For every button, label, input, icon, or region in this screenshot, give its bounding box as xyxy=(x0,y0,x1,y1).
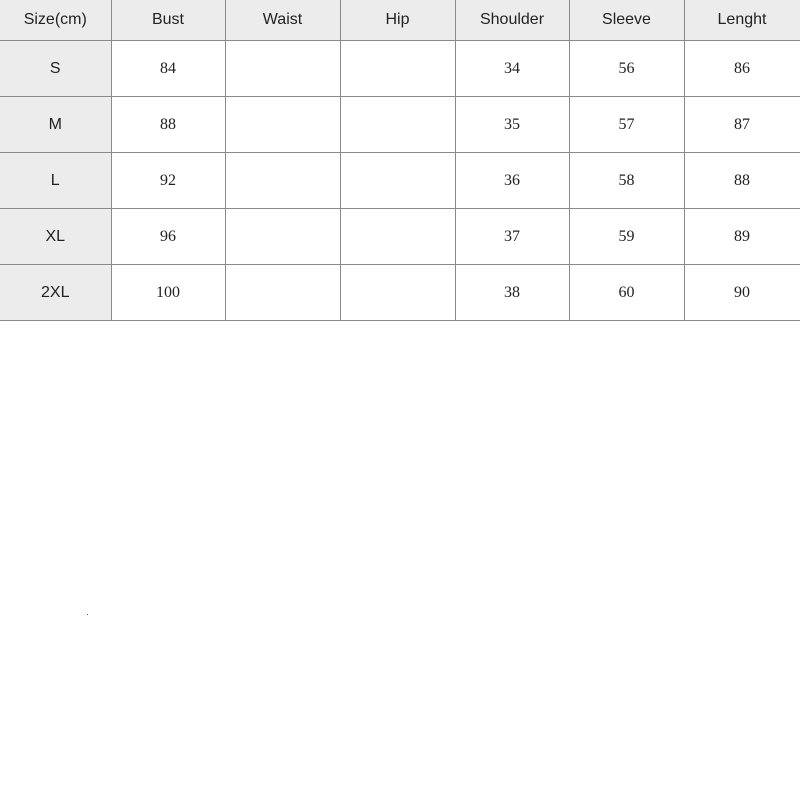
table-cell xyxy=(339,152,456,209)
table-cell xyxy=(224,40,341,97)
table-cell: 34 xyxy=(454,40,570,97)
size-label: L xyxy=(0,152,112,209)
table-cell xyxy=(224,96,341,153)
table-cell xyxy=(339,208,456,265)
table-cell: 87 xyxy=(683,96,800,153)
table-cell xyxy=(224,264,341,321)
size-label: XL xyxy=(0,208,112,265)
table-cell: 36 xyxy=(454,152,570,209)
table-cell: 35 xyxy=(454,96,570,153)
table-row: XL 96 37 59 89 xyxy=(0,208,800,265)
table-row: M 88 35 57 87 xyxy=(0,96,800,153)
table-cell: 60 xyxy=(568,264,685,321)
table-cell: 89 xyxy=(683,208,800,265)
stray-dot xyxy=(87,614,88,615)
column-header: Sleeve xyxy=(568,0,685,41)
column-header: Size(cm) xyxy=(0,0,112,41)
table-cell: 57 xyxy=(568,96,685,153)
column-header: Shoulder xyxy=(454,0,570,41)
header-row: Size(cm) Bust Waist Hip Shoulder Sleeve Lenght xyxy=(0,0,800,41)
table-cell: 86 xyxy=(683,40,800,97)
table-cell: 88 xyxy=(683,152,800,209)
table-cell xyxy=(339,96,456,153)
table-row: S 84 34 56 86 xyxy=(0,40,800,97)
table-cell: 38 xyxy=(454,264,570,321)
table-cell xyxy=(339,40,456,97)
table-cell xyxy=(339,264,456,321)
table-cell xyxy=(224,208,341,265)
table-cell: 88 xyxy=(110,96,226,153)
table-cell: 92 xyxy=(110,152,226,209)
table-cell: 58 xyxy=(568,152,685,209)
table-cell: 84 xyxy=(110,40,226,97)
table-cell xyxy=(224,152,341,209)
column-header: Waist xyxy=(224,0,341,41)
column-header: Lenght xyxy=(683,0,800,41)
table-cell: 59 xyxy=(568,208,685,265)
table-cell: 96 xyxy=(110,208,226,265)
table-cell: 90 xyxy=(683,264,800,321)
size-chart-table: Size(cm) Bust Waist Hip Shoulder Sleeve Lenght… xyxy=(0,0,800,321)
size-label: M xyxy=(0,96,112,153)
column-header: Bust xyxy=(110,0,226,41)
table-cell: 37 xyxy=(454,208,570,265)
table-cell: 100 xyxy=(110,264,226,321)
size-label: 2XL xyxy=(0,264,112,321)
table-row: 2XL 100 38 60 90 xyxy=(0,264,800,321)
column-header: Hip xyxy=(339,0,456,41)
size-label: S xyxy=(0,40,112,97)
table-row: L 92 36 58 88 xyxy=(0,152,800,209)
table-cell: 56 xyxy=(568,40,685,97)
